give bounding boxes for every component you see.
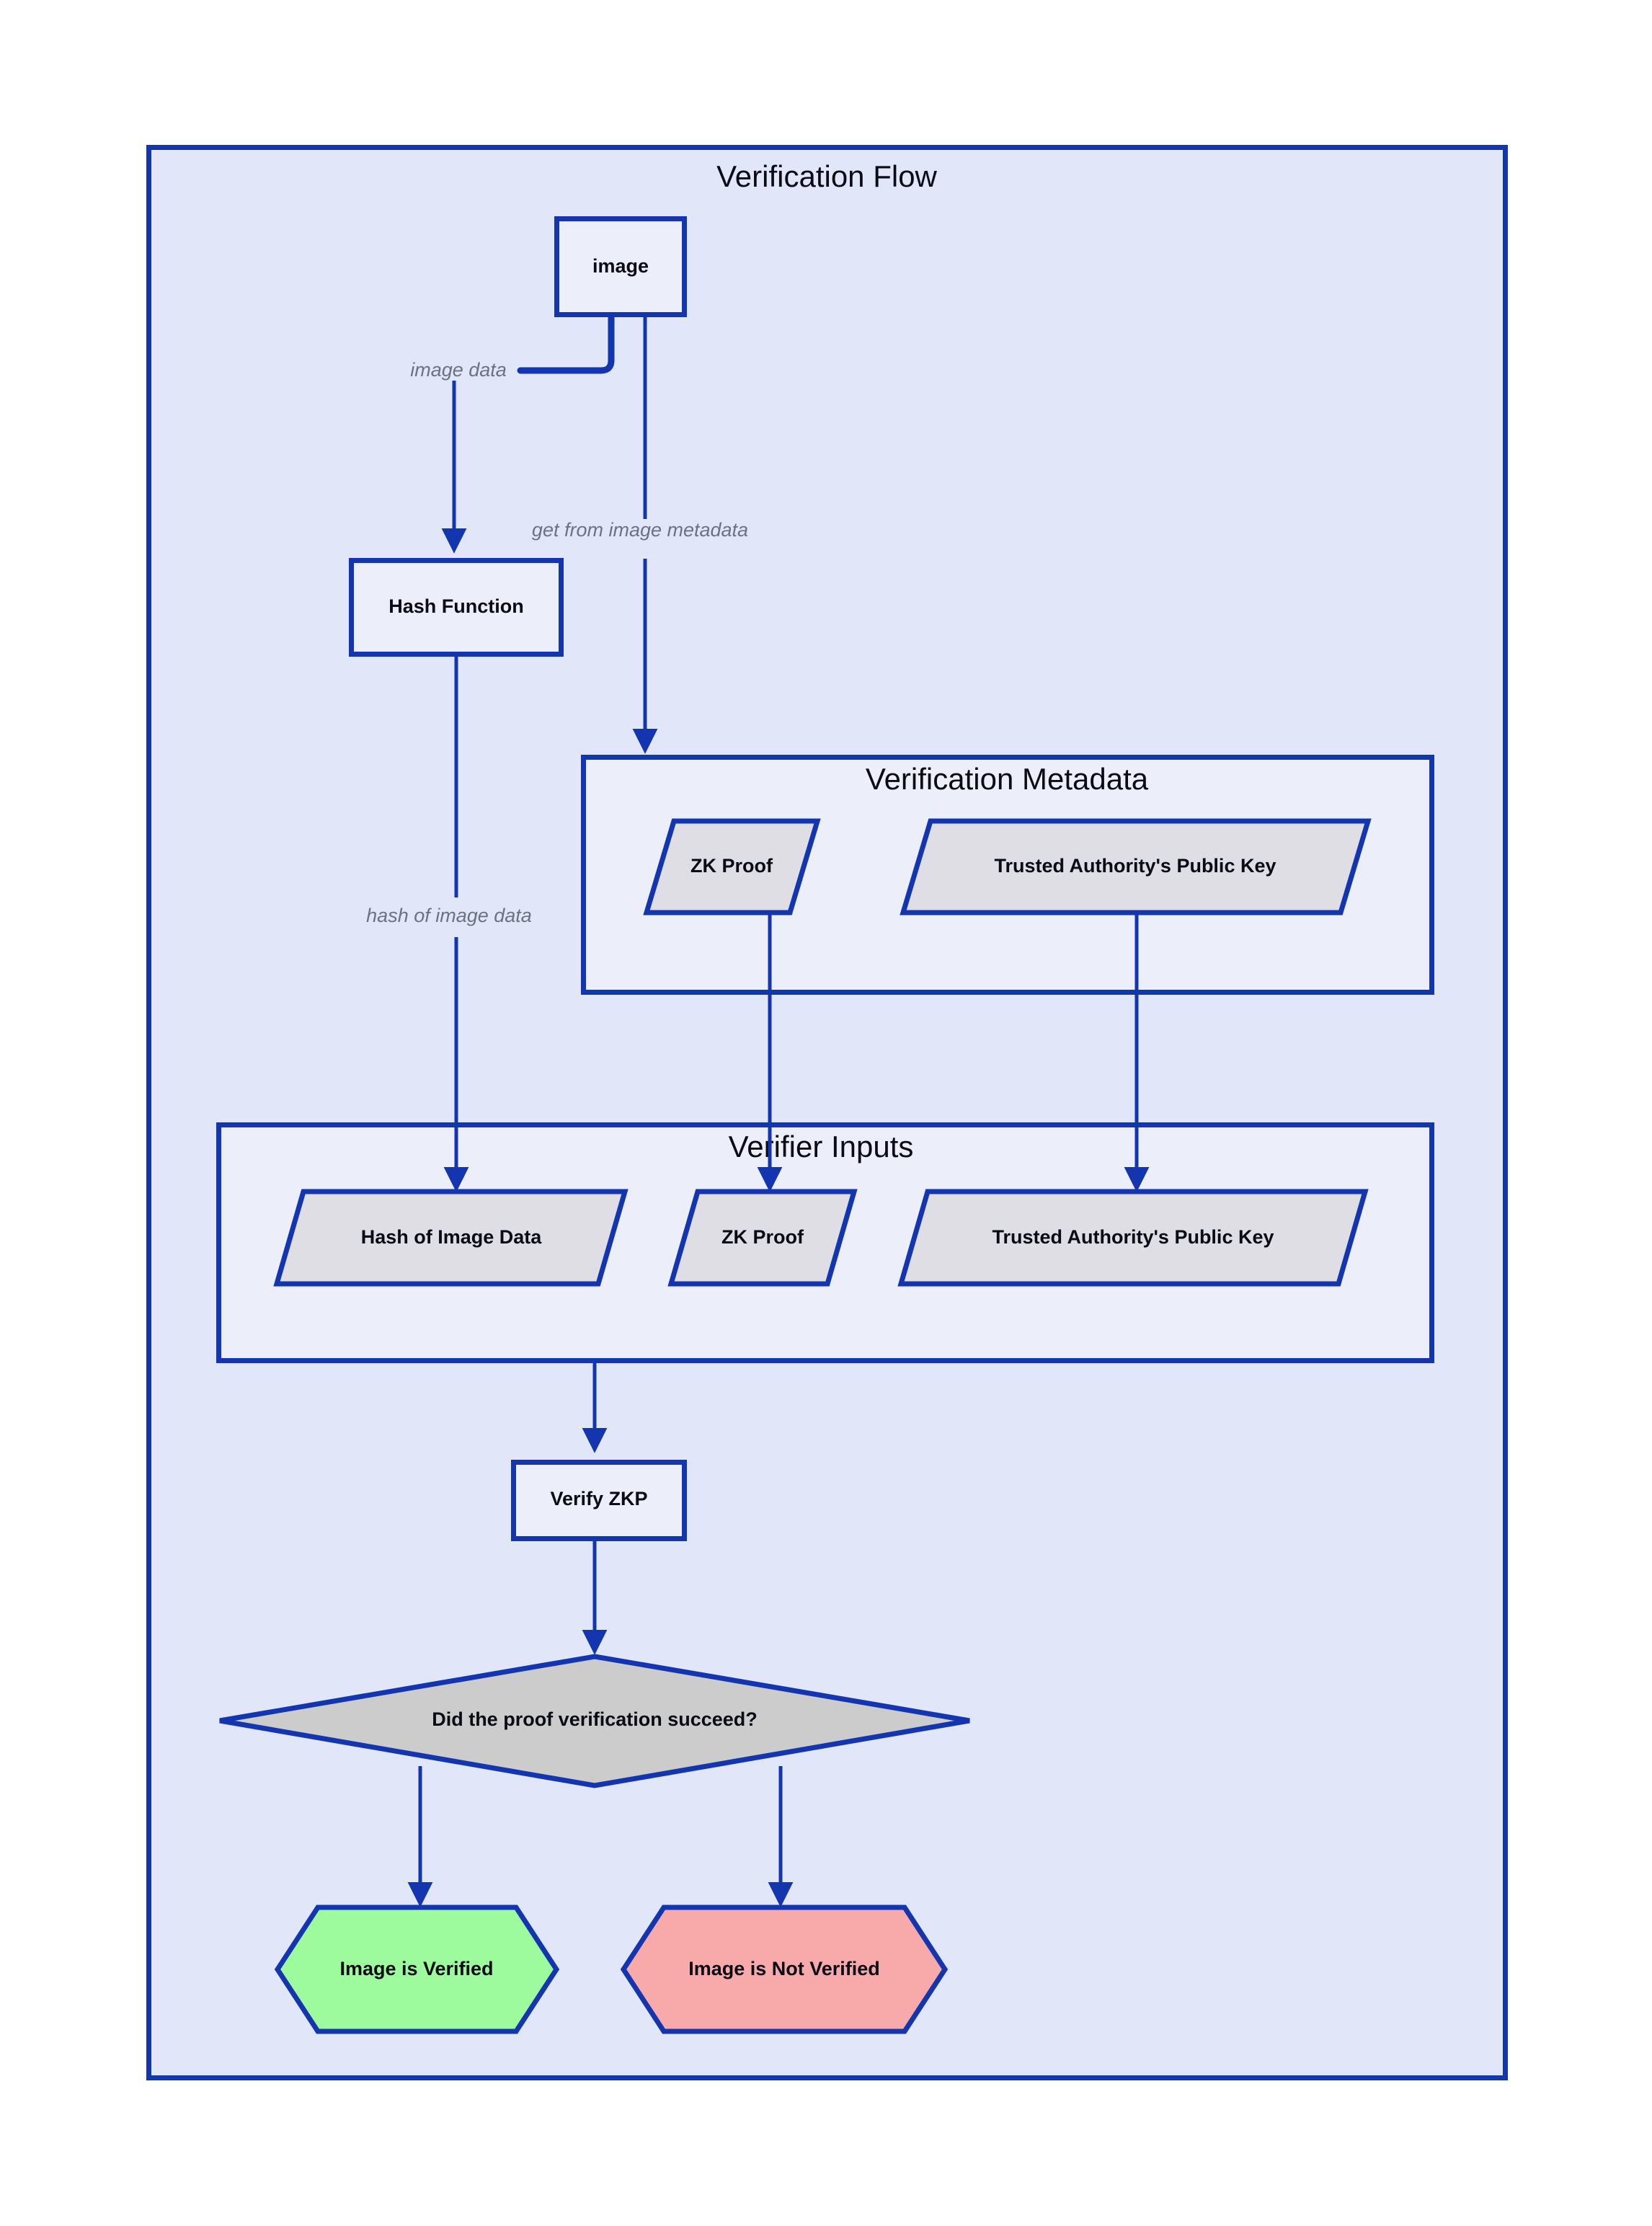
node-decision-proof-verification-label: Did the proof verification succeed? bbox=[432, 1708, 758, 1730]
cluster-verification-metadata-title: Verification Metadata bbox=[866, 762, 1149, 796]
edge-label-hash-of-image-data: hash of image data bbox=[366, 905, 532, 926]
node-verify-zkp-label: Verify ZKP bbox=[550, 1488, 647, 1509]
node-metadata-public-key-label: Trusted Authority's Public Key bbox=[995, 855, 1276, 877]
node-image-is-not-verified-label: Image is Not Verified bbox=[688, 1958, 880, 1979]
node-image-is-verified-label: Image is Verified bbox=[339, 1958, 493, 1979]
node-metadata-zk-proof-label: ZK Proof bbox=[690, 855, 773, 877]
node-hash-function-label: Hash Function bbox=[388, 595, 524, 617]
edge-label-get-from-image-metadata: get from image metadata bbox=[532, 519, 748, 541]
edge-label-image-data: image data bbox=[410, 359, 507, 381]
node-verifier-zk-proof-label: ZK Proof bbox=[721, 1226, 804, 1248]
node-verifier-hash-of-image-data-label: Hash of Image Data bbox=[361, 1226, 543, 1248]
cluster-verifier-inputs-title: Verifier Inputs bbox=[729, 1130, 914, 1163]
diagram-canvas: Verification Flow Verification Metadata … bbox=[0, 0, 1652, 2226]
diagram-container bbox=[146, 145, 1508, 2080]
node-image-label: image bbox=[592, 255, 649, 277]
diagram-title: Verification Flow bbox=[716, 159, 937, 193]
verification-flow-diagram: Verification Flow Verification Metadata … bbox=[146, 145, 1508, 2080]
node-verifier-public-key-label: Trusted Authority's Public Key bbox=[992, 1226, 1274, 1248]
